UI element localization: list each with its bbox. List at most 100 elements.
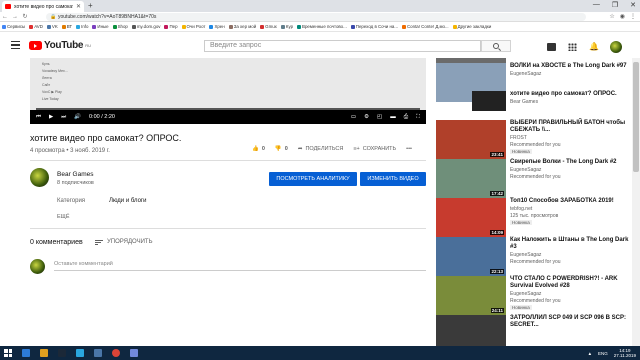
browser-tab[interactable]: хотите видео про самокат? О ✕	[2, 1, 84, 12]
network-icon[interactable]: ▲	[588, 351, 592, 356]
recommended-video[interactable]: ЗАТРОЛЛИЛ SCP 049 И SCP 096 В SCP: SECRE…	[436, 315, 632, 346]
bookmark-item[interactable]: AVD	[29, 24, 43, 29]
account-avatar[interactable]	[610, 41, 622, 53]
miniplayer-icon[interactable]: ◰	[377, 114, 382, 121]
bookmark-item[interactable]: Gmux	[260, 24, 277, 29]
video-thumbnail[interactable]: 24:11	[436, 276, 506, 315]
play-icon[interactable]: ▶	[49, 114, 53, 120]
recommended-title[interactable]: ЗАТРОЛЛИЛ SCP 049 И SCP 096 В SCP: SECRE…	[510, 315, 630, 329]
close-window-button[interactable]: ✕	[630, 1, 636, 9]
hamburger-menu-icon[interactable]	[11, 41, 20, 49]
bookmark-item[interactable]: Shop	[112, 24, 128, 29]
settings-gear-icon[interactable]: ⚙	[364, 114, 369, 121]
video-thumbnail[interactable]: 22:13	[436, 237, 506, 276]
recommended-title[interactable]: ВОЛКИ на ХВОСТЕ в The Long Dark #97	[510, 63, 630, 70]
create-video-icon[interactable]	[547, 43, 556, 51]
more-actions-button[interactable]: •••	[406, 146, 412, 152]
save-button[interactable]: ≡+ СОХРАНИТЬ	[353, 146, 396, 152]
previous-icon[interactable]: ⏮	[36, 114, 41, 121]
bookmark-item[interactable]: Хрен	[209, 24, 225, 29]
theater-mode-icon[interactable]: ▬	[390, 114, 396, 121]
recommended-title[interactable]: ЧТО СТАЛО С POWERDRISH?! - ARK Survival …	[510, 276, 630, 290]
forward-icon[interactable]: →	[10, 14, 20, 20]
clock[interactable]: 14:19 27.11.2019	[614, 348, 636, 358]
bookmark-item[interactable]: Временные почтово...	[297, 24, 347, 29]
recommended-video[interactable]: хотите видео про самокат? ОПРОС. Bear Gam…	[436, 91, 632, 111]
discord-icon[interactable]	[130, 349, 138, 357]
url-field[interactable]: 🔒 youtube.com/watch?v=AoT89BNHA1&t=70s	[46, 13, 586, 21]
notifications-bell-icon[interactable]: 🔔	[589, 43, 599, 51]
bookmark-item[interactable]: За хер мой	[228, 24, 256, 29]
bookmark-item[interactable]: Пер	[164, 24, 178, 29]
recommended-title[interactable]: ВЫБЕРИ ПРАВИЛЬНЫЙ БАТОН чтобы СБЕЖАТЬ \\…	[510, 120, 630, 134]
video-thumbnail[interactable]: 14:09	[436, 198, 506, 237]
bookmark-item[interactable]: Очи Роот	[181, 24, 205, 29]
close-tab-icon[interactable]: ✕	[76, 3, 81, 10]
recommended-title[interactable]: хотите видео про самокат? ОПРОС.	[510, 91, 630, 98]
extension-icon[interactable]: ◉	[620, 13, 625, 20]
language-indicator[interactable]: ENG	[598, 351, 608, 356]
video-thumbnail[interactable]: 23:41	[436, 120, 506, 159]
bookmark-item[interactable]: Иные	[92, 24, 109, 29]
windows-start-icon[interactable]	[4, 349, 12, 357]
vk-icon[interactable]	[94, 349, 102, 357]
explorer-icon[interactable]	[22, 349, 30, 357]
bookmark-item[interactable]: Кур	[280, 24, 293, 29]
comment-input[interactable]: Оставьте комментарий	[54, 261, 426, 271]
recommended-video[interactable]: 17:42 Свирепые Волки - The Long Dark #2 Eu…	[436, 159, 632, 199]
search-button[interactable]	[481, 40, 511, 52]
maximize-button[interactable]: ❐	[612, 1, 618, 9]
show-more-button[interactable]: ЕЩЁ	[57, 214, 70, 220]
channel-avatar[interactable]	[30, 168, 49, 187]
star-icon[interactable]: ☆	[609, 13, 614, 20]
recommended-video[interactable]: 14:09 Топ10 Способов ЗАРАБОТКА 2019! tebfo…	[436, 198, 632, 238]
recommended-title[interactable]: Свирепые Волки - The Long Dark #2	[510, 159, 630, 166]
video-frame[interactable]: Куль Voxadecy Mex... Лента Сайт VoxC ▶ Play L…	[30, 58, 426, 110]
steam-icon[interactable]	[58, 349, 66, 357]
volume-icon[interactable]: 🔊	[74, 114, 81, 120]
folder-icon[interactable]	[40, 349, 48, 357]
minimize-button[interactable]: —	[593, 1, 600, 9]
recommended-title[interactable]: Как Наложить в Штаны в The Long Dark #3	[510, 237, 630, 251]
browser-tab-strip: хотите видео про самокат? О ✕ + — ❐ ✕	[0, 0, 640, 12]
next-icon[interactable]: ⏭	[61, 114, 66, 121]
share-button[interactable]: ➦ ПОДЕЛИТЬСЯ	[298, 146, 343, 152]
channel-name[interactable]: Bear Games	[57, 171, 94, 178]
view-analytics-button[interactable]: ПОСМОТРЕТЬ АНАЛИТИКУ	[269, 172, 357, 186]
bookmark-item[interactable]: Сервисы	[2, 24, 25, 29]
edit-video-button[interactable]: ИЗМЕНИТЬ ВИДЕО	[360, 172, 426, 186]
like-button[interactable]: 👍 0	[252, 146, 265, 152]
page-scrollbar[interactable]	[632, 58, 640, 346]
subtitles-icon[interactable]: ▭	[351, 114, 356, 121]
bookmark-item[interactable]: Переход в Сочи на...	[350, 24, 398, 29]
video-player[interactable]: Куль Voxadecy Mex... Лента Сайт VoxC ▶ Play L…	[30, 58, 426, 124]
category-value[interactable]: Люди и блоги	[109, 198, 146, 204]
bookmark-item[interactable]: Другие закладки	[452, 24, 491, 29]
fullscreen-icon[interactable]: ⛶	[416, 114, 420, 121]
bookmark-item[interactable]: Info	[76, 24, 88, 29]
bookmark-item[interactable]: Conta! Conte! Д.мо...	[402, 24, 449, 29]
reload-icon[interactable]: ↻	[20, 13, 30, 20]
telegram-icon[interactable]	[76, 349, 84, 357]
recommended-video[interactable]: 24:11 ЧТО СТАЛО С POWERDRISH?! - ARK Surv…	[436, 276, 632, 316]
video-thumbnail[interactable]	[472, 91, 506, 111]
new-tab-button[interactable]: +	[88, 1, 93, 10]
youtube-logo[interactable]: YouTube RU	[29, 40, 91, 51]
chrome-icon[interactable]	[112, 349, 120, 357]
scrollbar-thumb[interactable]	[633, 62, 639, 172]
bookmark-item[interactable]: my.dom.gov	[131, 24, 160, 29]
browser-menu-icon[interactable]: ⋮	[630, 13, 636, 20]
recommended-video[interactable]: 23:41 ВЫБЕРИ ПРАВИЛЬНЫЙ БАТОН чтобы СБЕЖА…	[436, 120, 632, 160]
sort-comments-button[interactable]: УПОРЯДОЧИТЬ	[95, 239, 153, 245]
dislike-button[interactable]: 👎 0	[275, 146, 288, 152]
video-thumbnail[interactable]: 17:42	[436, 159, 506, 198]
bookmark-item[interactable]: ВТ	[61, 24, 72, 29]
video-thumbnail[interactable]	[436, 315, 506, 346]
cast-icon[interactable]: ⎙	[404, 114, 408, 121]
recommended-title[interactable]: Топ10 Способов ЗАРАБОТКА 2019!	[510, 198, 630, 205]
bookmark-item[interactable]: VK	[46, 24, 58, 29]
recommended-video[interactable]: 22:13 Как Наложить в Штаны в The Long Dar…	[436, 237, 632, 277]
apps-grid-icon[interactable]	[568, 43, 577, 51]
search-input[interactable]: Введите запрос	[204, 40, 481, 52]
back-icon[interactable]: ←	[0, 14, 10, 20]
